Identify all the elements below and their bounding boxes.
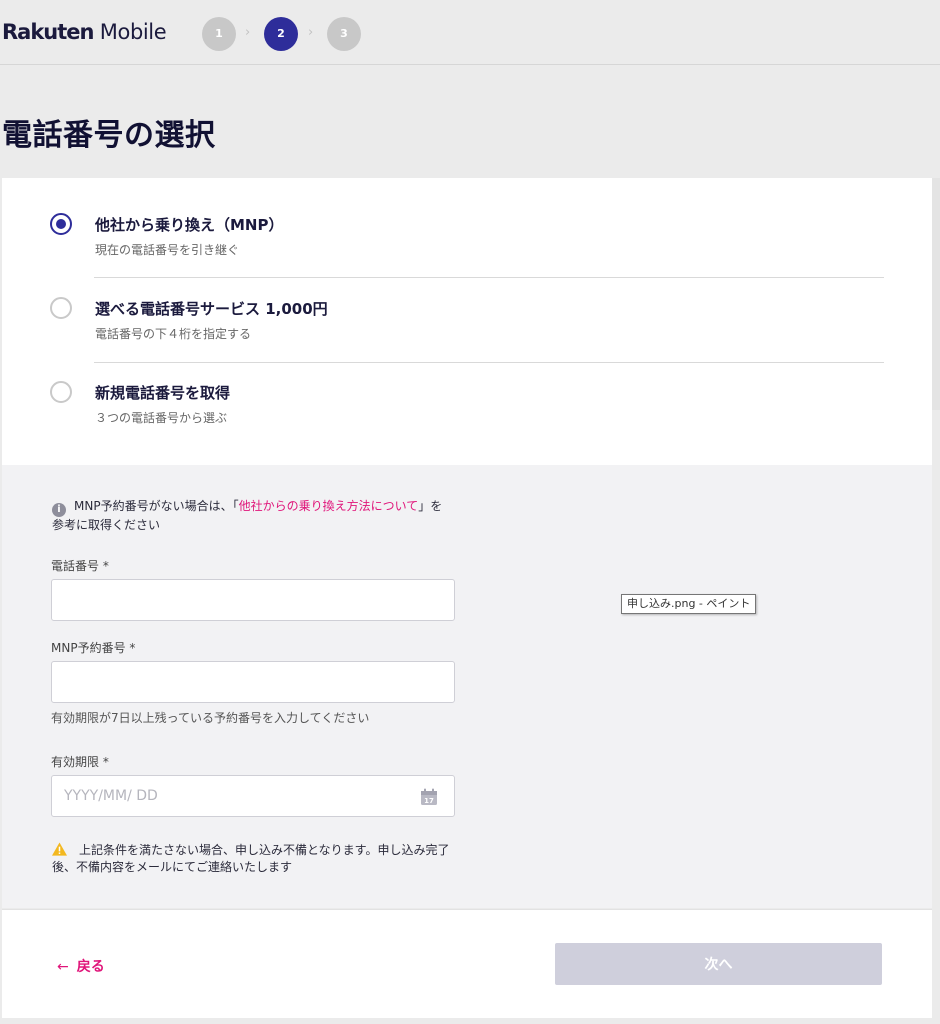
option-new-number[interactable]: 新規電話番号を取得 ３つの電話番号から選ぶ: [50, 381, 882, 425]
radio-choose-number[interactable]: [50, 297, 72, 319]
calendar-icon[interactable]: 17: [419, 787, 439, 807]
divider: [94, 362, 884, 363]
arrow-left-icon: ←: [57, 959, 69, 975]
chevron-right-icon: ›: [245, 25, 251, 40]
mnp-howto-link[interactable]: 他社からの乗り換え方法について: [239, 499, 419, 513]
expiry-date-input[interactable]: [51, 775, 455, 817]
step-2-indicator: 2: [264, 17, 298, 51]
info-text-prefix: MNP予約番号がない場合は、「: [74, 499, 239, 513]
form-footer: ← 戻る 次へ: [2, 909, 932, 1018]
warning-text: 上記条件を満たさない場合、申し込み不備となります。申し込み完了後、不備内容をメー…: [52, 843, 450, 874]
calendar-day: 17: [424, 797, 434, 805]
info-icon: i: [52, 503, 66, 517]
mnp-form: i MNP予約番号がない場合は、「他社からの乗り換え方法について」を参考に取得くだ…: [2, 465, 932, 908]
option-new-number-title: 新規電話番号を取得: [95, 384, 231, 402]
next-button[interactable]: 次へ: [555, 943, 882, 985]
phone-number-options: 他社から乗り換え（MNP） 現在の電話番号を引き継ぐ 選べる電話番号サービス 1…: [2, 178, 932, 465]
logo-sub: Mobile: [93, 20, 167, 44]
option-mnp-title: 他社から乗り換え（MNP）: [95, 216, 284, 234]
window-tooltip: 申し込み.png - ペイント: [621, 594, 757, 614]
option-choose-number-description: 電話番号の下４桁を指定する: [95, 327, 252, 341]
divider: [94, 277, 884, 278]
phone-number-input[interactable]: [51, 579, 455, 621]
radio-new-number[interactable]: [50, 381, 72, 403]
mnp-number-input[interactable]: [51, 661, 455, 703]
option-choose-number[interactable]: 選べる電話番号サービス 1,000円 電話番号の下４桁を指定する: [50, 297, 882, 341]
mnp-number-hint: 有効期限が7日以上残っている予約番号を入力してください: [51, 711, 370, 725]
scrollbar[interactable]: [932, 178, 940, 410]
phone-number-label: 電話番号 *: [51, 559, 109, 573]
warning-icon: [52, 842, 67, 856]
logo-brand: Rakuten: [2, 20, 94, 44]
option-choose-number-title: 選べる電話番号サービス 1,000円: [95, 300, 328, 318]
chevron-right-icon: ›: [308, 25, 314, 40]
rakuten-mobile-logo[interactable]: Rakuten Mobile: [2, 19, 167, 45]
mnp-info-notice: i MNP予約番号がない場合は、「他社からの乗り換え方法について」を参考に取得くだ…: [52, 498, 447, 534]
option-mnp-description: 現在の電話番号を引き継ぐ: [95, 243, 240, 257]
top-bar: Rakuten Mobile 1 › 2 › 3: [0, 0, 940, 65]
radio-selected-dot: [56, 219, 66, 229]
step-3-indicator: 3: [327, 17, 361, 51]
option-new-number-description: ３つの電話番号から選ぶ: [95, 411, 228, 425]
expiry-date-label: 有効期限 *: [51, 755, 109, 769]
back-label: 戻る: [76, 959, 105, 975]
page-title: 電話番号の選択: [2, 118, 216, 153]
back-button[interactable]: ← 戻る: [57, 956, 105, 976]
radio-mnp[interactable]: [50, 213, 72, 235]
step-1-indicator: 1: [202, 17, 236, 51]
option-mnp[interactable]: 他社から乗り換え（MNP） 現在の電話番号を引き継ぐ: [50, 213, 882, 257]
mnp-number-label: MNP予約番号 *: [51, 641, 136, 655]
warning-notice: 上記条件を満たさない場合、申し込み不備となります。申し込み完了後、不備内容をメー…: [52, 842, 452, 876]
